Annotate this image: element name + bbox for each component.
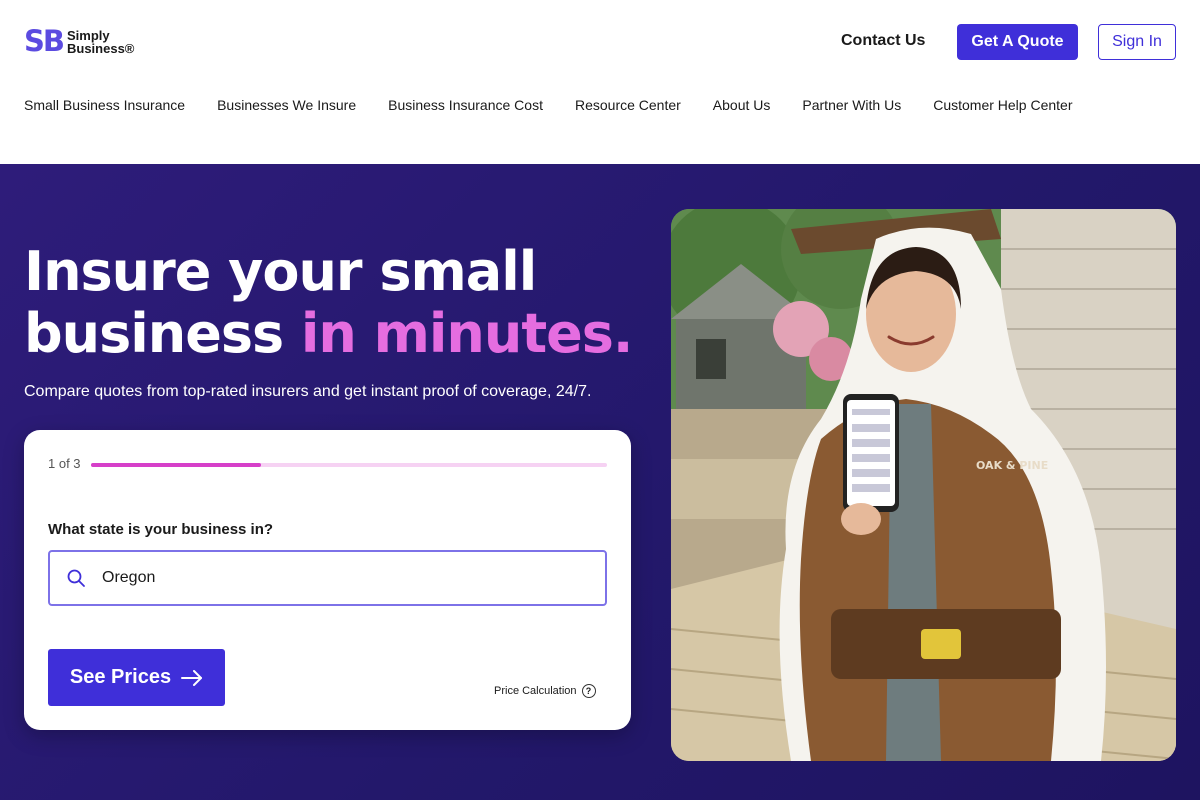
nav-item-businesses-we-insure[interactable]: Businesses We Insure: [217, 96, 356, 114]
contact-us-link[interactable]: Contact Us: [841, 31, 925, 51]
price-calculation-label: Price Calculation: [494, 685, 577, 697]
logo-line1: Simply: [67, 27, 110, 43]
nav-item-resource-center[interactable]: Resource Center: [575, 96, 681, 114]
progress-bar: [91, 463, 607, 467]
quote-form-card: 1 of 3 What state is your business in? S…: [24, 430, 631, 730]
help-circle-icon: ?: [581, 684, 596, 698]
nav-item-small-business-insurance[interactable]: Small Business Insurance: [24, 96, 185, 114]
headline-line1: Insure your small: [24, 240, 537, 303]
state-input[interactable]: [102, 569, 562, 587]
see-prices-label: See Prices: [69, 666, 172, 688]
step-indicator: 1 of 3: [48, 456, 81, 471]
logo-mark: SB: [24, 24, 65, 58]
nav-item-customer-help-center[interactable]: Customer Help Center: [933, 96, 1072, 114]
hero-photo-illustration: OAK & PINE: [671, 209, 1176, 761]
nav-item-about-us[interactable]: About Us: [713, 96, 771, 114]
state-input-field[interactable]: [48, 550, 607, 606]
price-calculation-link[interactable]: Price Calculation ?: [494, 684, 596, 698]
hero-section: Insure your small business in minutes. C…: [0, 164, 1200, 800]
logo[interactable]: SB Simply Business®: [24, 27, 134, 56]
arrow-right-icon: [181, 669, 203, 686]
jacket-text: OAK & PINE: [976, 459, 1048, 472]
progress-fill: [91, 463, 262, 467]
see-prices-button[interactable]: See Prices: [48, 649, 225, 706]
headline-accent: in minutes.: [300, 302, 634, 365]
main-nav: Small Business Insurance Businesses We I…: [24, 96, 1104, 114]
site-header: SB Simply Business® Contact Us Get A Quo…: [0, 0, 1200, 164]
sign-in-button[interactable]: Sign In: [1098, 24, 1176, 60]
hero-subhead: Compare quotes from top-rated insurers a…: [24, 383, 592, 400]
state-question-label: What state is your business in?: [48, 521, 274, 538]
hero-headline: Insure your small business in minutes.: [24, 240, 634, 365]
logo-line2: Business®: [67, 40, 135, 56]
nav-item-business-insurance-cost[interactable]: Business Insurance Cost: [388, 96, 543, 114]
search-icon: [67, 569, 85, 587]
get-a-quote-button[interactable]: Get A Quote: [957, 24, 1078, 60]
logo-text: Simply Business®: [67, 29, 134, 55]
hero-photo: OAK & PINE: [671, 209, 1176, 761]
headline-line2-plain: business: [24, 302, 301, 365]
nav-item-partner-with-us[interactable]: Partner With Us: [802, 96, 901, 114]
